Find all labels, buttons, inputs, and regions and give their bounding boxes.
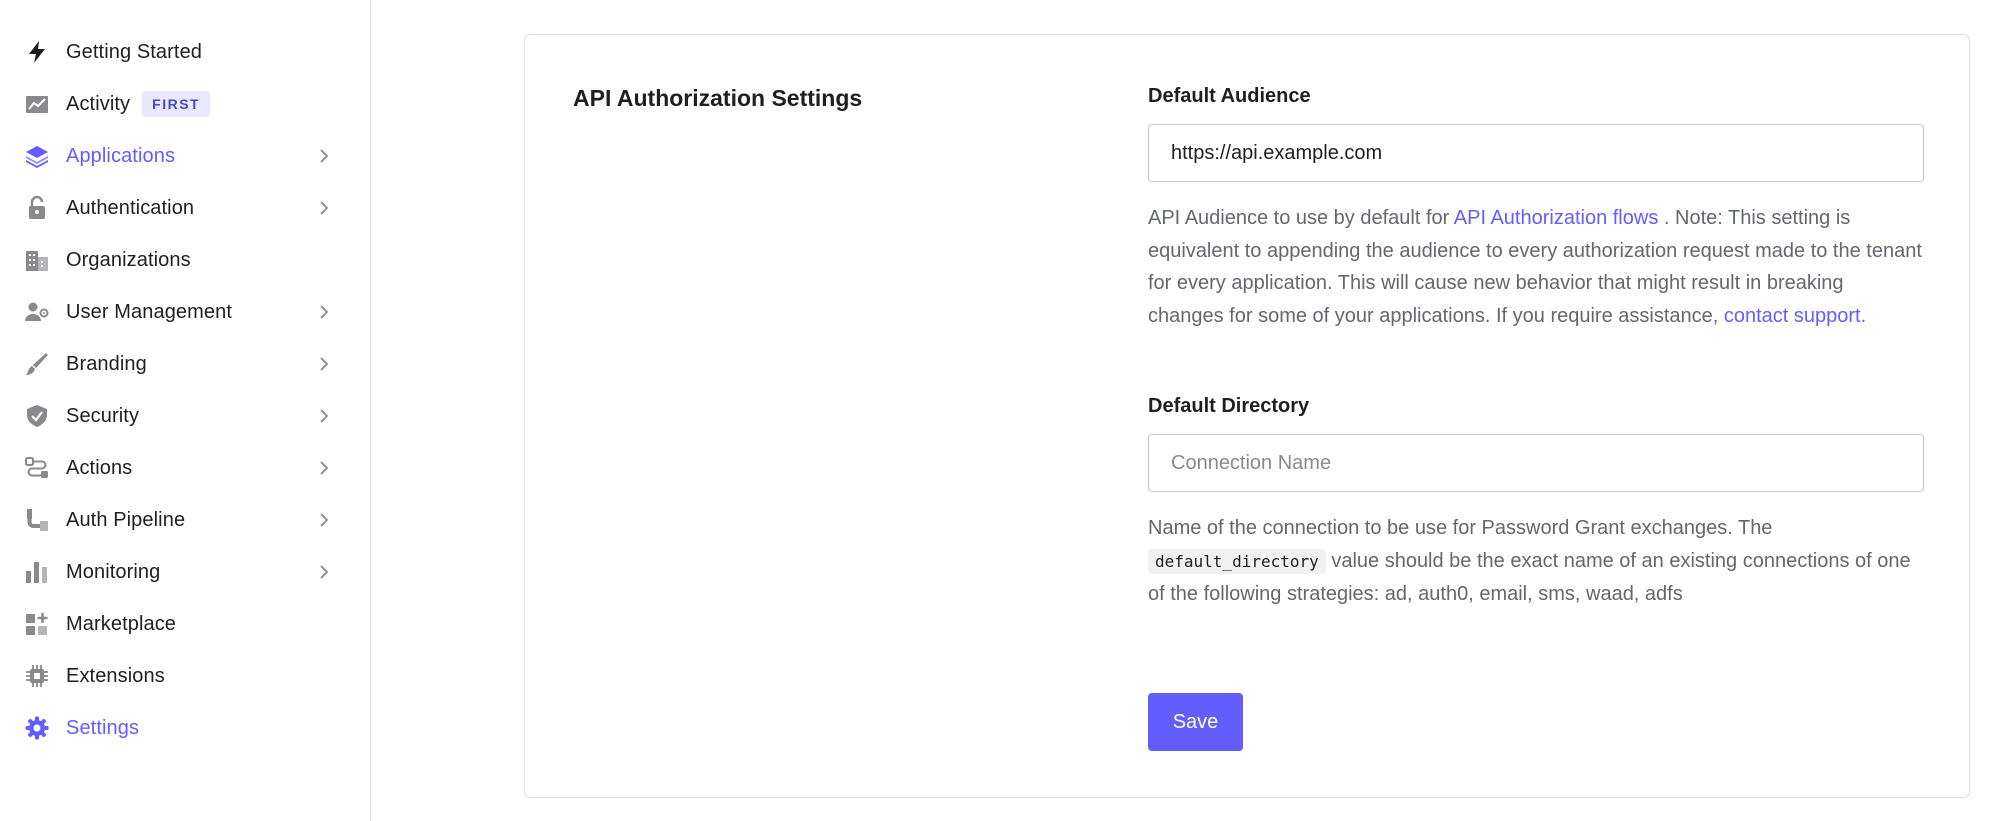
lightning-icon [24, 39, 50, 65]
chevron-right-icon [320, 461, 329, 475]
sidebar-item-label: Authentication [66, 196, 195, 219]
default-audience-help: API Audience to use by default for API A… [1148, 207, 1922, 327]
default-directory-help: Name of the connection to be use for Pas… [1148, 517, 1911, 605]
sidebar: Getting Started Activity FIRST Applicati… [0, 0, 371, 821]
lock-icon [24, 195, 50, 221]
chevron-right-icon [320, 513, 329, 527]
sidebar-item-security[interactable]: Security [0, 390, 370, 442]
sidebar-item-label: Branding [66, 352, 147, 375]
api-authorization-flows-link[interactable]: API Authorization flows [1454, 207, 1659, 229]
contact-support-link[interactable]: contact support. [1724, 305, 1866, 327]
sidebar-item-getting-started[interactable]: Getting Started [0, 26, 370, 78]
sidebar-item-label: Getting Started [66, 40, 203, 63]
chevron-right-icon [320, 305, 329, 319]
chevron-right-icon [320, 357, 329, 371]
user-gear-icon [24, 299, 50, 325]
sidebar-item-settings[interactable]: Settings [0, 702, 370, 754]
sidebar-nav: Getting Started Activity FIRST Applicati… [0, 0, 370, 754]
layers-icon [24, 143, 50, 169]
sidebar-item-authentication[interactable]: Authentication [0, 182, 370, 234]
sidebar-item-user-management[interactable]: User Management [0, 286, 370, 338]
chip-icon [24, 663, 50, 689]
sidebar-item-label: User Management [66, 300, 233, 323]
sidebar-item-label: Extensions [66, 664, 165, 687]
sidebar-item-branding[interactable]: Branding [0, 338, 370, 390]
grid-plus-icon [24, 611, 50, 637]
sidebar-item-extensions[interactable]: Extensions [0, 650, 370, 702]
pipe-icon [24, 507, 50, 533]
sidebar-item-organizations[interactable]: Organizations [0, 234, 370, 286]
sidebar-item-label: Auth Pipeline [66, 508, 186, 531]
bar-chart-icon [24, 559, 50, 585]
default-directory-field: Default Directory Name of the connection… [1148, 395, 1924, 611]
default-directory-label: Default Directory [1148, 395, 1310, 417]
chevron-right-icon [320, 565, 329, 579]
chevron-right-icon [320, 201, 329, 215]
building-icon [24, 247, 50, 273]
first-badge: FIRST [142, 91, 211, 117]
sidebar-item-applications[interactable]: Applications [0, 130, 370, 182]
default-audience-label: Default Audience [1148, 85, 1311, 107]
sidebar-item-activity[interactable]: Activity FIRST [0, 78, 370, 130]
sidebar-item-label: Actions [66, 456, 133, 479]
flow-icon [24, 455, 50, 481]
sidebar-item-label: Settings [66, 716, 140, 739]
sidebar-item-label: Activity [66, 92, 131, 115]
default-directory-input[interactable] [1148, 434, 1924, 492]
settings-card: API Authorization Settings Default Audie… [524, 34, 1970, 798]
default-directory-code: default_directory [1148, 548, 1326, 574]
shield-icon [24, 403, 50, 429]
default-audience-field: Default Audience API Audience to use by … [1148, 85, 1924, 332]
sidebar-item-label: Monitoring [66, 560, 161, 583]
sidebar-item-monitoring[interactable]: Monitoring [0, 546, 370, 598]
sidebar-item-label: Marketplace [66, 612, 177, 635]
chevron-right-icon [320, 149, 329, 163]
gear-icon [24, 715, 50, 741]
sidebar-item-label: Organizations [66, 248, 191, 271]
section-title: API Authorization Settings [573, 85, 863, 111]
activity-chart-icon [24, 91, 50, 117]
chevron-right-icon [320, 409, 329, 423]
sidebar-item-label: Security [66, 404, 140, 427]
sidebar-item-actions[interactable]: Actions [0, 442, 370, 494]
sidebar-item-marketplace[interactable]: Marketplace [0, 598, 370, 650]
sidebar-item-auth-pipeline[interactable]: Auth Pipeline [0, 494, 370, 546]
sidebar-item-label: Applications [66, 144, 176, 167]
brush-icon [24, 351, 50, 377]
save-button[interactable]: Save [1148, 693, 1243, 751]
default-audience-input[interactable] [1148, 124, 1924, 182]
